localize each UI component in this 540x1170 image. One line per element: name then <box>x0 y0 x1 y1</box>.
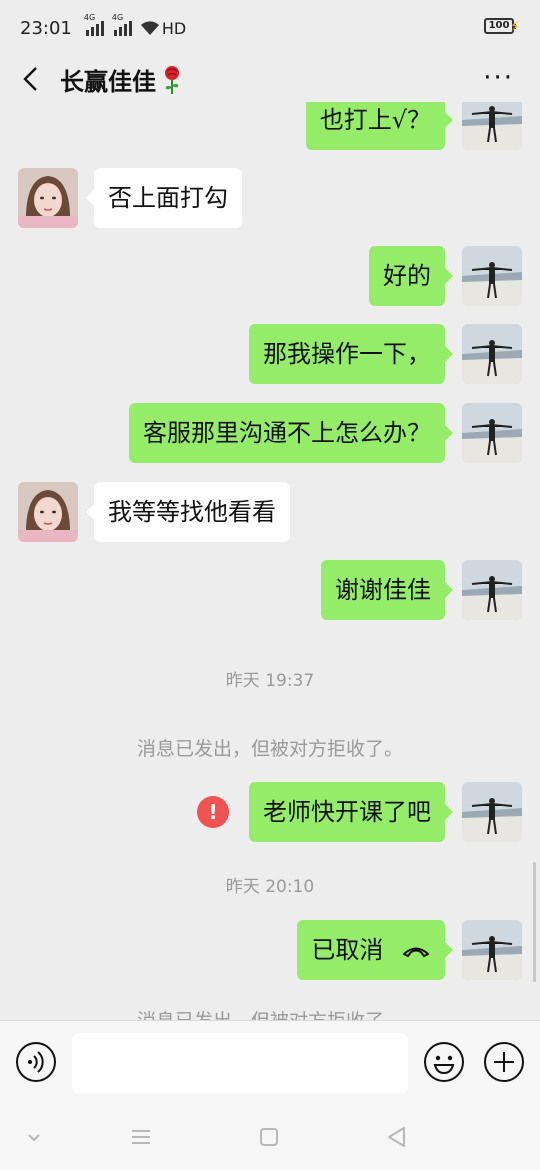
more-dots-icon[interactable]: ··· <box>483 65 514 91</box>
self-avatar[interactable] <box>462 560 522 620</box>
call-status-label: 已取消 <box>311 936 384 964</box>
status-time: 23:01 <box>20 17 72 39</box>
status-bar: 23:01 4G 4G HD 100 ⚡ <box>0 0 540 56</box>
cancelled-call-icon <box>403 947 429 957</box>
signal-icon: 4G <box>84 13 104 36</box>
self-avatar[interactable] <box>462 920 522 980</box>
hd-label: HD <box>161 18 187 38</box>
system-notice: 消息已发出，但被对方拒收了。 <box>136 738 403 760</box>
input-bar <box>0 1020 540 1104</box>
self-avatar[interactable] <box>462 782 522 842</box>
nav-hide-icon[interactable] <box>21 1124 47 1150</box>
self-avatar[interactable] <box>462 403 522 463</box>
self-avatar[interactable] <box>462 246 522 306</box>
message-bubble[interactable]: 那我操作一下， <box>249 324 453 384</box>
call-bubble[interactable]: 已取消 <box>297 920 453 980</box>
rose-emoji-icon <box>165 65 179 94</box>
home-icon[interactable] <box>256 1124 282 1150</box>
signal-icon-2: 4G <box>112 13 132 36</box>
menu-icon[interactable] <box>128 1124 154 1150</box>
message-bubble[interactable]: 老师快开课了吧 <box>249 782 453 842</box>
message-bubble[interactable]: 好的 <box>369 246 453 306</box>
message-bubble[interactable]: 否上面打勾 <box>86 168 242 228</box>
emoji-icon[interactable] <box>423 1041 465 1083</box>
message-list[interactable]: 也打上√？ 否上面打勾 好的 那我操作一下， 客服那里沟通不上怎么办？ 我等等找… <box>0 102 540 1020</box>
contact-name: 长赢佳佳 <box>60 68 156 96</box>
back-nav-icon[interactable] <box>384 1124 410 1150</box>
contact-avatar[interactable] <box>18 168 78 228</box>
system-nav-bar <box>0 1104 540 1170</box>
self-avatar[interactable] <box>462 102 522 150</box>
message-bubble[interactable]: 谢谢佳佳 <box>321 560 453 620</box>
chat-title: 长赢佳佳 <box>60 62 184 97</box>
wifi-icon <box>140 21 159 35</box>
message-bubble[interactable]: 我等等找他看看 <box>86 482 290 542</box>
contact-avatar[interactable] <box>18 482 78 542</box>
message-input[interactable] <box>72 1033 408 1093</box>
message-bubble[interactable]: 客服那里沟通不上怎么办？ <box>129 403 453 463</box>
message-bubble[interactable]: 也打上√？ <box>305 102 454 150</box>
charging-icon: ⚡ <box>510 19 520 35</box>
chevron-left-icon[interactable] <box>18 64 48 94</box>
voice-icon[interactable] <box>15 1041 57 1083</box>
timestamp: 昨天 19:37 <box>225 671 315 691</box>
send-failed-icon[interactable]: ! <box>197 796 229 828</box>
scrollbar[interactable] <box>533 862 536 982</box>
chat-header: 长赢佳佳 ··· <box>0 56 540 102</box>
timestamp: 昨天 20:10 <box>225 877 315 897</box>
self-avatar[interactable] <box>462 324 522 384</box>
system-notice: 消息已发出，但被对方拒收了。 <box>0 1006 540 1020</box>
plus-icon[interactable] <box>483 1041 525 1083</box>
